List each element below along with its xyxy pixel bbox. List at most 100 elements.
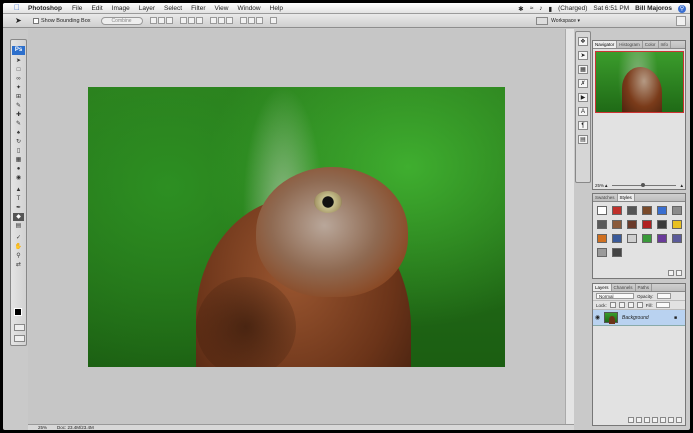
paragraph-icon[interactable]: ¶	[578, 121, 588, 130]
lock-position-icon[interactable]	[627, 302, 634, 308]
style-swatch[interactable]	[627, 234, 637, 243]
adjustment-layer-icon[interactable]	[652, 417, 658, 423]
menu-window[interactable]: Window	[238, 5, 261, 12]
new-style-icon[interactable]	[668, 270, 674, 276]
style-swatch[interactable]	[612, 206, 622, 215]
clone-stamp-tool[interactable]: ♠	[13, 129, 24, 137]
swap-colors-icon[interactable]: ⇄	[13, 261, 24, 269]
style-swatch[interactable]	[612, 234, 622, 243]
align-top-icon[interactable]	[149, 17, 157, 24]
path-selection-tool[interactable]: ▲	[13, 186, 24, 194]
zoom-out-icon[interactable]: ▲	[604, 183, 608, 188]
battery-icon[interactable]: ▮	[549, 5, 553, 13]
tab-channels[interactable]: Channels	[612, 284, 636, 291]
type-tool[interactable]: T	[13, 195, 24, 203]
new-group-icon[interactable]	[660, 417, 666, 423]
marquee-tool[interactable]: □	[13, 66, 24, 74]
tab-color[interactable]: Color	[643, 41, 659, 48]
spotlight-icon[interactable]: ⚲	[678, 4, 686, 13]
owl-photo-image[interactable]	[88, 87, 505, 367]
menu-select[interactable]: Select	[164, 5, 182, 12]
user-name[interactable]: Bill Majoros	[635, 5, 672, 12]
lock-image-icon[interactable]	[618, 302, 625, 308]
magic-wand-tool[interactable]: ✦	[13, 84, 24, 92]
align-vcenter-icon[interactable]	[157, 17, 165, 24]
fill-field[interactable]	[655, 302, 670, 308]
style-swatch[interactable]	[597, 220, 607, 229]
tab-histogram[interactable]: Histogram	[617, 41, 643, 48]
new-layer-icon[interactable]	[668, 417, 674, 423]
lasso-tool[interactable]: ∞	[13, 75, 24, 83]
style-swatch[interactable]	[597, 234, 607, 243]
blur-tool[interactable]: ●	[13, 165, 24, 173]
distribute-right-icon[interactable]	[255, 17, 263, 24]
info-palette-icon[interactable]: ▤	[578, 135, 588, 144]
navigator-zoom-value[interactable]: 25%	[595, 183, 604, 188]
crop-tool[interactable]: ⊞	[13, 93, 24, 101]
menu-file[interactable]: File	[72, 5, 82, 12]
navigator-thumbnail[interactable]	[595, 51, 684, 113]
style-swatch[interactable]	[642, 234, 652, 243]
menu-edit[interactable]: Edit	[91, 5, 102, 12]
distribute-top-icon[interactable]	[209, 17, 217, 24]
workspace-menu[interactable]: Workspace ▾	[536, 16, 580, 25]
layer-style-icon[interactable]	[636, 417, 642, 423]
ps-logo-icon[interactable]: Ps	[12, 46, 25, 55]
lock-transparent-icon[interactable]	[609, 302, 616, 308]
vertical-scrollbar[interactable]	[565, 29, 574, 424]
healing-brush-tool[interactable]: ✚	[13, 111, 24, 119]
tab-navigator[interactable]: Navigator	[593, 41, 618, 48]
style-swatch[interactable]	[672, 206, 682, 215]
history-brush-tool[interactable]: ↻	[13, 138, 24, 146]
delete-style-icon[interactable]	[676, 270, 682, 276]
eyedropper-tool[interactable]: ✓	[13, 234, 24, 242]
align-left-icon[interactable]	[179, 17, 187, 24]
tab-layers[interactable]: Layers	[593, 284, 612, 291]
zoom-in-icon[interactable]: ▲	[680, 183, 684, 188]
bluetooth-icon[interactable]: ✱	[518, 5, 523, 13]
menu-image[interactable]: Image	[112, 5, 130, 12]
tab-paths[interactable]: Paths	[636, 284, 653, 291]
layer-name[interactable]: Background	[622, 315, 649, 321]
foreground-color-swatch[interactable]	[14, 308, 22, 316]
slice-tool[interactable]: ✎	[13, 102, 24, 110]
menu-view[interactable]: View	[215, 5, 229, 12]
style-swatch[interactable]	[642, 220, 652, 229]
quick-mask-button[interactable]	[14, 324, 25, 331]
shape-tool[interactable]: ◆	[13, 213, 24, 221]
style-swatch[interactable]	[657, 206, 667, 215]
layer-comps-icon[interactable]: ▦	[578, 65, 588, 74]
menu-photoshop[interactable]: Photoshop	[28, 5, 62, 12]
menu-layer[interactable]: Layer	[139, 5, 155, 12]
style-swatch[interactable]	[597, 206, 607, 215]
lock-all-icon[interactable]	[636, 302, 643, 308]
distribute-bottom-icon[interactable]	[225, 17, 233, 24]
doc-size[interactable]: Doc: 23.4M/23.4M	[57, 425, 94, 430]
align-hcenter-icon[interactable]	[187, 17, 195, 24]
menu-help[interactable]: Help	[270, 5, 283, 12]
wifi-icon[interactable]: ≈	[530, 5, 534, 12]
layer-mask-icon[interactable]	[644, 417, 650, 423]
move-tool[interactable]: ➤	[13, 57, 24, 65]
tab-info[interactable]: Info	[659, 41, 672, 48]
menu-filter[interactable]: Filter	[191, 5, 205, 12]
visibility-eye-icon[interactable]: ◉	[593, 314, 602, 321]
opacity-field[interactable]	[656, 293, 671, 299]
screen-mode-button[interactable]	[14, 335, 25, 342]
style-swatch[interactable]	[642, 206, 652, 215]
align-bottom-icon[interactable]	[165, 17, 173, 24]
clock[interactable]: Sat 6:51 PM	[593, 5, 629, 12]
gradient-tool[interactable]: ▦	[13, 156, 24, 164]
distribute-hcenter-icon[interactable]	[247, 17, 255, 24]
blend-mode-select[interactable]: Normal	[596, 293, 634, 299]
character-icon[interactable]: A	[578, 107, 588, 116]
move-tool-icon[interactable]: ➤	[15, 16, 25, 26]
align-right-icon[interactable]	[195, 17, 203, 24]
actions-icon[interactable]: ▶	[578, 93, 588, 102]
style-swatch[interactable]	[612, 220, 622, 229]
tab-swatches[interactable]: Swatches	[593, 194, 618, 201]
style-swatch[interactable]	[627, 206, 637, 215]
volume-icon[interactable]: ♪	[539, 5, 542, 12]
document-canvas-area[interactable]	[28, 29, 574, 424]
distribute-vcenter-icon[interactable]	[217, 17, 225, 24]
